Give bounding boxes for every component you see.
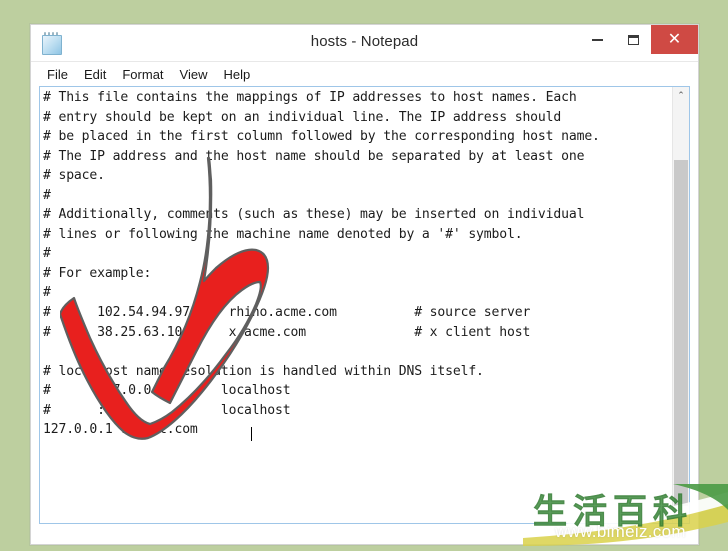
menu-bar: File Edit Format View Help [31, 62, 698, 86]
minimize-icon [591, 38, 603, 41]
menu-item-format[interactable]: Format [114, 65, 171, 84]
maximize-button[interactable] [615, 25, 651, 54]
vertical-scrollbar[interactable]: ⌃ ⌄ [672, 87, 689, 523]
scrollbar-track[interactable] [673, 104, 689, 510]
desktop-background: hosts - Notepad ✕ File Edit Format View … [0, 0, 728, 546]
scroll-down-button[interactable]: ⌄ [673, 506, 689, 523]
minimize-button[interactable] [579, 25, 615, 54]
scroll-up-button[interactable]: ⌃ [673, 87, 689, 104]
notepad-window: hosts - Notepad ✕ File Edit Format View … [30, 24, 699, 545]
menu-item-file[interactable]: File [39, 65, 76, 84]
text-caret [251, 427, 252, 441]
title-bar: hosts - Notepad ✕ [31, 25, 698, 62]
menu-item-help[interactable]: Help [215, 65, 258, 84]
text-editor-area[interactable]: # This file contains the mappings of IP … [39, 86, 690, 524]
maximize-icon [627, 34, 639, 45]
scrollbar-thumb[interactable] [674, 160, 688, 510]
menu-item-view[interactable]: View [172, 65, 216, 84]
window-controls: ✕ [579, 25, 698, 54]
menu-item-edit[interactable]: Edit [76, 65, 114, 84]
close-icon: ✕ [667, 30, 682, 48]
close-button[interactable]: ✕ [651, 25, 698, 54]
hosts-file-content[interactable]: # This file contains the mappings of IP … [43, 88, 671, 523]
